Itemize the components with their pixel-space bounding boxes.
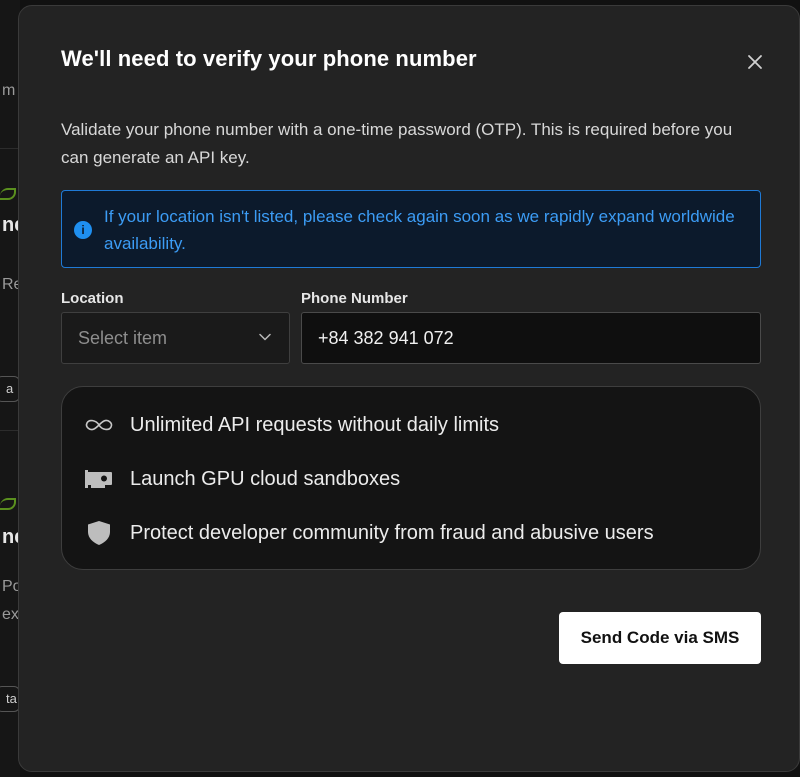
nvidia-logo-icon: [0, 188, 16, 200]
info-icon: i: [74, 221, 92, 239]
infinity-icon: [84, 413, 114, 437]
bg-chip: ta: [0, 686, 20, 712]
verify-phone-modal: We'll need to verify your phone number V…: [18, 5, 800, 772]
modal-title: We'll need to verify your phone number: [61, 46, 477, 71]
close-button[interactable]: [743, 50, 767, 74]
background-strip: m ne Re a ne Po ex ta: [0, 0, 20, 777]
benefit-item: Launch GPU cloud sandboxes: [84, 465, 400, 493]
bg-chip: a: [0, 376, 20, 402]
gpu-card-icon: [84, 467, 114, 491]
info-banner-text: If your location isn't listed, please ch…: [104, 207, 735, 253]
location-select[interactable]: Select item: [61, 312, 290, 364]
bg-chip-label: ta: [6, 691, 17, 706]
location-select-placeholder: Select item: [78, 328, 168, 348]
nvidia-logo-icon: [0, 498, 16, 510]
bg-text-fragment: ex: [2, 606, 19, 623]
shield-icon: [84, 521, 114, 545]
bg-divider: [0, 148, 20, 149]
bg-text-fragment: m: [2, 82, 16, 99]
modal-description: Validate your phone number with a one-ti…: [61, 120, 733, 167]
benefit-text: Unlimited API requests without daily lim…: [130, 413, 500, 436]
benefit-text: Protect developer community from fraud a…: [130, 521, 654, 544]
location-label: Location: [61, 290, 124, 307]
close-icon: [748, 55, 762, 69]
bg-chip-label: a: [6, 381, 14, 396]
benefit-text: Launch GPU cloud sandboxes: [130, 467, 401, 490]
benefit-item: Unlimited API requests without daily lim…: [84, 411, 499, 439]
benefit-item: Protect developer community from fraud a…: [84, 519, 654, 547]
benefits-panel: Unlimited API requests without daily lim…: [61, 386, 761, 570]
send-code-button[interactable]: Send Code via SMS: [559, 612, 761, 664]
phone-number-label: Phone Number: [301, 290, 408, 307]
phone-number-input[interactable]: [301, 312, 761, 364]
bg-divider: [0, 430, 20, 431]
chevron-down-icon: [259, 333, 271, 341]
info-banner: i If your location isn't listed, please …: [61, 190, 761, 268]
